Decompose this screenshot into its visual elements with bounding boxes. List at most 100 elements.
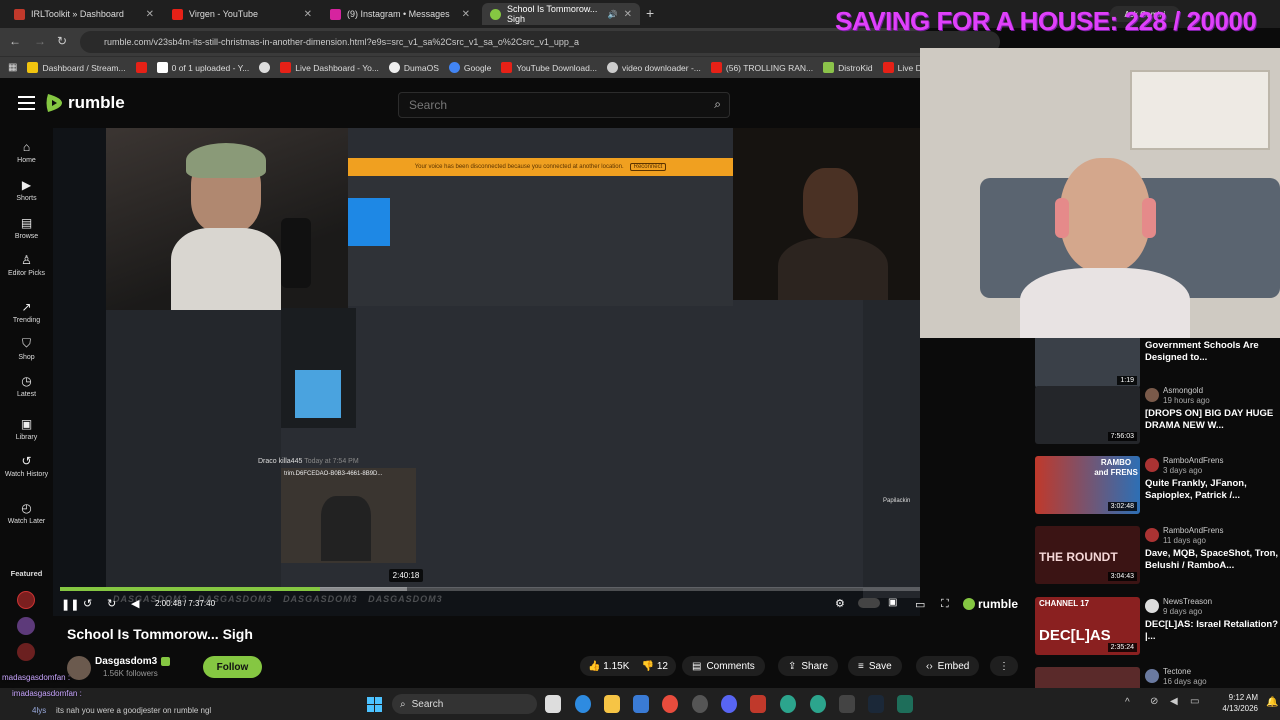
bookmark-item[interactable]: Live Dashboard - Yo...	[280, 62, 379, 73]
more-options-icon[interactable]: ⋮	[990, 656, 1018, 676]
reload-icon[interactable]: ↻	[57, 34, 67, 48]
search-placeholder: Search	[409, 98, 448, 112]
speaker-icon[interactable]: 🔊	[608, 10, 618, 19]
sidebar-item-home[interactable]: ⌂ Home	[0, 140, 53, 164]
sidebar-item-watch-later[interactable]: ◴ Watch Later	[0, 501, 53, 525]
app-icon[interactable]	[750, 695, 766, 713]
featured-avatar[interactable]	[17, 617, 35, 635]
bookmark-item[interactable]: YouTube Download...	[501, 62, 597, 73]
progress-played	[60, 587, 320, 591]
rec-thumbnail: RAMBO and FRENS 3:02:48	[1035, 456, 1140, 514]
task-view-icon[interactable]	[545, 695, 561, 713]
taskbar-clock[interactable]: 9:12 AM 4/13/2026	[1208, 692, 1258, 714]
hamburger-menu-icon[interactable]	[18, 96, 35, 110]
tab-instagram[interactable]: (9) Instagram • Messages ✕	[322, 3, 478, 25]
share-button[interactable]: ⇪ Share	[778, 656, 839, 676]
taskbar-search[interactable]: ⌕ Search	[392, 694, 537, 714]
chrome-icon[interactable]	[662, 695, 678, 713]
featured-avatar[interactable]	[17, 643, 35, 661]
bookmark-item[interactable]: DumaOS	[388, 62, 439, 73]
discord-icon[interactable]	[721, 695, 737, 713]
bookmark-item[interactable]: Dashboard / Stream...	[27, 62, 126, 73]
sidebar-item-trending[interactable]: ↗ Trending	[0, 300, 53, 324]
steam-icon[interactable]	[868, 695, 884, 713]
chrome-profile-icon[interactable]	[810, 695, 826, 713]
network-icon[interactable]: ⊘	[1150, 696, 1158, 707]
forward-icon[interactable]: ↻	[107, 597, 116, 610]
autoplay-toggle[interactable]	[858, 598, 880, 608]
sidebar-item-latest[interactable]: ◷ Latest	[0, 374, 53, 398]
like-button[interactable]: 👍 1.15K	[588, 661, 629, 672]
rumble-logo-icon	[963, 598, 975, 610]
rec-title: Quite Frankly, JFanon, Sapioplex, Patric…	[1145, 478, 1247, 501]
rec-item[interactable]: CHANNEL 17 DEC[L]AS 2:35:24 NewsTreason 9…	[1035, 597, 1280, 661]
close-tab-icon[interactable]: ✕	[304, 9, 312, 20]
store-icon[interactable]	[633, 695, 649, 713]
windows-start-icon[interactable]	[367, 697, 382, 712]
forward-icon[interactable]: →	[34, 34, 46, 48]
back-icon[interactable]: ←	[9, 34, 21, 48]
sidebar-item-shop[interactable]: ⛉ Shop	[0, 336, 53, 361]
app-icon[interactable]	[897, 695, 913, 713]
settings-icon[interactable]: ⚙	[835, 597, 845, 610]
rumble-sidebar: ⌂ Home ▶ Shorts ▤ Browse ♙ Editor Picks ↗ Tre…	[0, 128, 53, 688]
pause-icon[interactable]: ❚❚	[61, 598, 79, 611]
bookmark-item[interactable]	[259, 62, 271, 73]
tab-youtube[interactable]: Virgen - YouTube ✕	[164, 3, 320, 25]
rec-item[interactable]: Tectone 16 days ago	[1035, 667, 1280, 688]
bookmark-item[interactable]: 0 of 1 uploaded - Y...	[156, 62, 249, 73]
search-icon[interactable]: ⌕	[714, 97, 721, 112]
dislike-button[interactable]: 👎 12	[642, 661, 668, 672]
fullscreen-icon[interactable]: ⛶	[941, 598, 949, 611]
file-explorer-icon[interactable]	[604, 695, 620, 713]
notification-icon[interactable]: 🔔	[1266, 697, 1278, 708]
bookmark-item[interactable]: Live D	[882, 62, 920, 73]
chrome-profile-icon[interactable]	[780, 695, 796, 713]
bookmark-item[interactable]	[135, 62, 147, 73]
tab-irltoolkit[interactable]: IRLToolkit » Dashboard ✕	[6, 3, 162, 25]
video-preview	[281, 308, 356, 428]
app-icon[interactable]	[839, 695, 855, 713]
video-player[interactable]: Your voice has been disconnected because…	[53, 128, 920, 616]
battery-icon[interactable]: ▭	[1190, 696, 1199, 707]
save-button[interactable]: ≡ Save	[848, 656, 902, 676]
sidebar-item-editor-picks[interactable]: ♙ Editor Picks	[0, 253, 53, 277]
bookmark-item[interactable]: video downloader -...	[606, 62, 701, 73]
player-brand[interactable]: rumble	[963, 597, 1018, 611]
stream-window	[348, 176, 733, 306]
rec-item[interactable]: RAMBO and FRENS 3:02:48 RamboAndFrens 3 d…	[1035, 456, 1280, 520]
search-input[interactable]: Search ⌕	[398, 92, 730, 118]
rewind-icon[interactable]: ↺	[83, 597, 92, 610]
rec-item[interactable]: THE ROUNDT 3:04:43 RamboAndFrens 11 days …	[1035, 526, 1280, 590]
apps-icon[interactable]: ▦	[8, 62, 17, 73]
tray-chevron-icon[interactable]: ^	[1125, 697, 1130, 708]
close-tab-icon[interactable]: ✕	[462, 9, 470, 20]
obs-icon[interactable]	[692, 695, 708, 713]
verified-icon	[161, 657, 171, 666]
featured-avatar[interactable]	[17, 591, 35, 609]
miniplayer-icon[interactable]: ▣	[888, 597, 897, 608]
theater-icon[interactable]: ▭	[915, 598, 925, 611]
volume-tray-icon[interactable]: ◀	[1170, 696, 1178, 707]
close-tab-icon[interactable]: ✕	[146, 9, 154, 20]
tab-rumble-active[interactable]: School Is Tommorow... Sigh 🔊 ✕	[482, 3, 640, 25]
channel-name[interactable]: Dasgasdom3	[95, 656, 171, 667]
bookmark-item[interactable]: DistroKid	[823, 62, 873, 73]
sidebar-item-shorts[interactable]: ▶ Shorts	[0, 178, 53, 202]
new-tab-icon[interactable]: +	[646, 5, 654, 21]
sidebar-item-library[interactable]: ▣ Library	[0, 417, 53, 441]
comments-button[interactable]: ▤ Comments	[682, 656, 765, 676]
follow-button[interactable]: Follow	[203, 656, 262, 678]
rec-item[interactable]: 7:56:03 Asmongold 19 hours ago [DROPS ON] …	[1035, 386, 1280, 450]
bookmark-item[interactable]: (56) TROLLING RAN...	[710, 62, 813, 73]
embed-button[interactable]: ‹› Embed	[916, 656, 980, 676]
rumble-logo[interactable]: rumble	[44, 92, 125, 114]
edge-icon[interactable]	[575, 695, 591, 713]
progress-bar[interactable]	[60, 587, 920, 591]
channel-avatar[interactable]	[67, 656, 91, 680]
bookmark-item[interactable]: Google	[448, 62, 491, 73]
close-tab-icon[interactable]: ✕	[624, 9, 632, 20]
sidebar-item-browse[interactable]: ▤ Browse	[0, 216, 53, 240]
volume-icon[interactable]: ◀	[131, 597, 139, 610]
sidebar-item-watch-history[interactable]: ↺ Watch History	[0, 454, 53, 478]
